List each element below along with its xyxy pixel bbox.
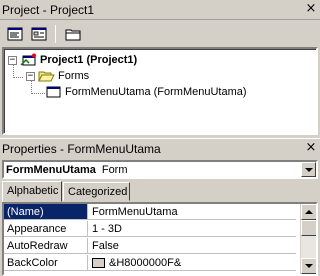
chevron-down-icon — [305, 264, 313, 268]
property-value-text: FormMenuUtama — [92, 205, 178, 218]
folder-icon — [65, 29, 80, 40]
chevron-down-icon — [304, 167, 313, 172]
tree-line — [31, 93, 45, 94]
collapse-toggle[interactable]: − — [8, 55, 17, 65]
scroll-thumb[interactable] — [301, 220, 316, 236]
toolbar-separator — [55, 24, 56, 43]
property-value[interactable]: 1 - 3D — [88, 221, 296, 236]
tree-label-form: FormMenuUtama (FormMenuUtama) — [65, 86, 247, 98]
open-folder-icon — [38, 71, 55, 82]
view-code-icon — [7, 27, 22, 40]
property-value[interactable]: FormMenuUtama — [88, 204, 296, 219]
toggle-folders-button[interactable] — [62, 24, 83, 43]
properties-close-button[interactable]: × — [304, 141, 318, 155]
object-name: FormMenuUtama — [6, 163, 96, 176]
tree-label-project: Project1 (Project1) — [40, 54, 138, 66]
property-name: BackColor — [4, 255, 88, 270]
object-selector-dropdown[interactable]: FormMenuUtama Form — [2, 160, 318, 179]
project-close-button[interactable]: × — [304, 2, 318, 16]
project-window-titlebar[interactable]: Project - Project1 × — [0, 0, 320, 20]
tab-label: Alphabetic — [7, 185, 59, 197]
tree-line — [13, 77, 23, 78]
property-row[interactable]: BackColor &H8000000F& — [4, 255, 296, 271]
tab-label: Categorized — [68, 186, 128, 198]
property-value[interactable]: &H8000000F& — [88, 255, 296, 270]
object-type: Form — [101, 163, 128, 176]
tab-categorized[interactable]: Categorized — [63, 182, 130, 201]
property-row[interactable]: Appearance 1 - 3D — [4, 221, 296, 237]
property-value-text: 1 - 3D — [92, 222, 122, 235]
project-tree[interactable]: − Project1 (Project1) − Forms FormMenuUt… — [2, 47, 318, 135]
collapse-toggle[interactable]: − — [26, 71, 35, 81]
dropdown-arrow-button[interactable] — [301, 162, 316, 177]
view-object-button[interactable] — [28, 24, 49, 43]
tree-node-form-item[interactable]: FormMenuUtama (FormMenuUtama) — [46, 84, 247, 100]
scroll-down-button[interactable] — [301, 258, 316, 274]
property-name: (Name) — [4, 204, 88, 219]
project-icon — [20, 53, 36, 66]
property-row[interactable]: AutoRedraw False — [4, 238, 296, 254]
form-icon — [46, 86, 61, 98]
properties-window-title: Properties - FormMenuUtama — [2, 141, 161, 156]
project-window-title: Project - Project1 — [2, 2, 95, 17]
project-toolbar — [0, 21, 320, 46]
tree-label-forms: Forms — [58, 70, 90, 82]
property-name: Appearance — [4, 221, 88, 236]
property-grid: (Name) FormMenuUtama Appearance 1 - 3D A… — [2, 202, 318, 276]
view-object-icon — [31, 27, 46, 40]
property-name: AutoRedraw — [4, 238, 88, 253]
property-value[interactable]: False — [88, 238, 296, 253]
view-code-button[interactable] — [4, 24, 25, 43]
property-value-text: &H8000000F& — [109, 256, 182, 269]
tab-alphabetic[interactable]: Alphabetic — [2, 181, 62, 202]
property-value-text: False — [92, 239, 119, 252]
properties-window-titlebar[interactable]: Properties - FormMenuUtama × — [0, 138, 320, 158]
color-swatch — [92, 257, 105, 268]
property-row[interactable]: (Name) FormMenuUtama — [4, 204, 296, 220]
tree-node-project[interactable]: − Project1 (Project1) — [8, 52, 137, 68]
chevron-up-icon — [305, 210, 313, 214]
scroll-up-button[interactable] — [301, 204, 316, 220]
property-grid-scrollbar[interactable] — [300, 204, 316, 274]
tree-node-forms-folder[interactable]: − Forms — [26, 68, 89, 84]
